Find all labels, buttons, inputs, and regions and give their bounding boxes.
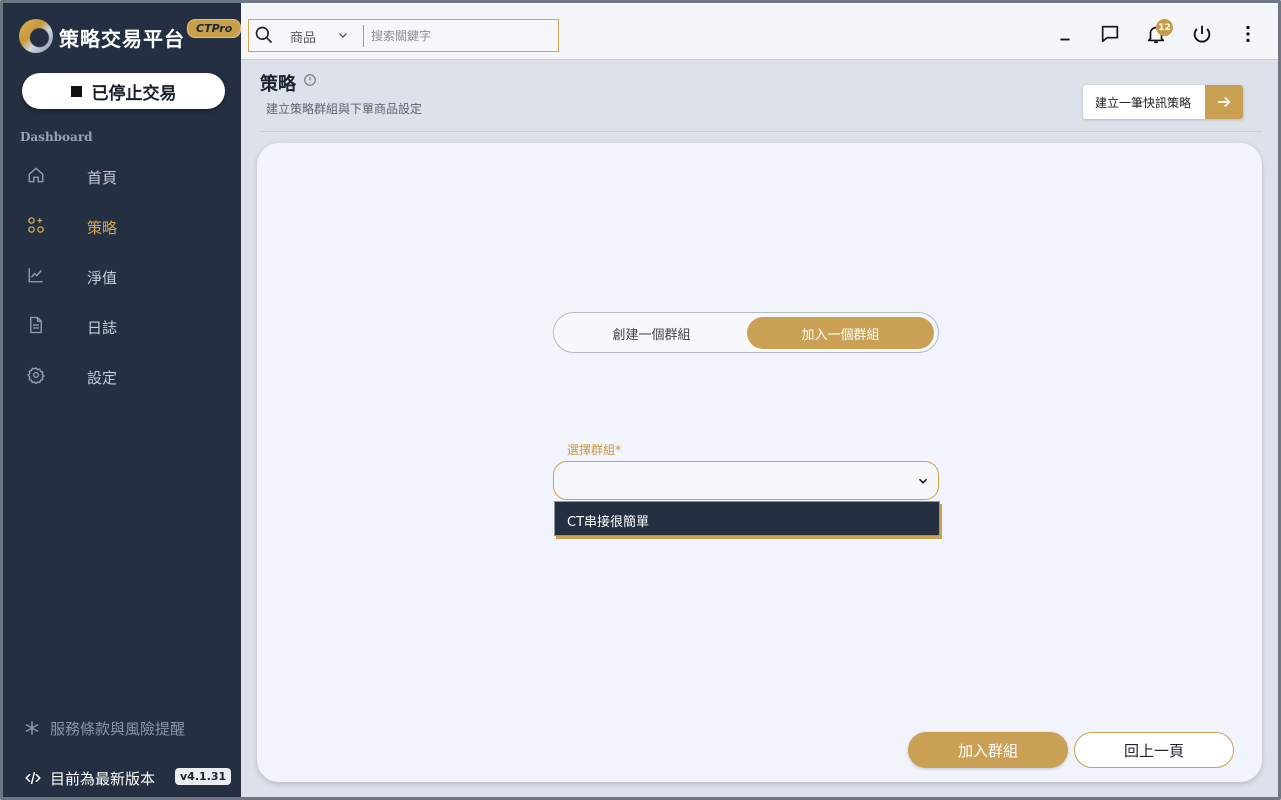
app-title: 策略交易平台 [59,27,185,51]
home-icon [28,167,44,183]
sidebar-item-equity[interactable]: 淨值 [3,253,241,303]
more-vertical-icon[interactable] [1237,23,1259,45]
asterisk-icon [25,721,39,735]
sidebar-item-settings[interactable]: 設定 [3,353,241,403]
header-divider [260,131,1262,132]
section-label: Dashboard [20,130,93,144]
sidebar-item-label: 設定 [87,369,118,387]
group-mode-toggle: 創建一個群組 加入一個群組 [553,312,939,353]
sidebar-item-strategy[interactable]: 策略 [3,203,241,253]
sidebar-item-label: 首頁 [87,169,118,187]
chevron-down-icon[interactable] [337,29,349,41]
document-icon [30,316,42,334]
trading-status-label: 已停止交易 [91,83,177,104]
search-divider [363,25,364,47]
sidebar: 策略交易平台 CTPro 已停止交易 Dashboard 首頁 策略 淨值 日誌… [3,3,242,797]
version-label: 目前為最新版本 [50,769,156,788]
back-button[interactable]: 回上一頁 [1074,732,1234,768]
code-icon [25,771,41,785]
terms-label: 服務條款與風險提醒 [50,719,186,738]
version-badge: v4.1.31 [175,768,232,785]
gear-icon [27,366,45,384]
search-category-select[interactable]: 商品 [290,27,316,46]
terms-link[interactable]: 服務條款與風險提醒 [23,717,185,739]
info-icon[interactable] [303,73,317,87]
edition-badge: CTPro [187,19,242,38]
dropdown-option[interactable]: CT串接很簡單 [567,511,649,530]
search-icon [255,26,273,44]
tab-join-group[interactable]: 加入一個群組 [747,317,934,349]
sidebar-item-label: 淨值 [87,269,118,287]
brand: 策略交易平台 CTPro [17,17,242,57]
topbar: 商品 12 [241,3,1278,60]
sidebar-nav: 首頁 策略 淨值 日誌 設定 [3,153,241,403]
notification-count-badge: 12 [1156,19,1173,36]
page-title: 策略 [260,74,296,95]
power-icon[interactable] [1191,23,1213,45]
search-bar: 商品 [248,19,559,52]
sidebar-item-home[interactable]: 首頁 [3,153,241,203]
sidebar-item-logs[interactable]: 日誌 [3,303,241,353]
app-window: 策略交易平台 CTPro 已停止交易 Dashboard 首頁 策略 淨值 日誌… [0,0,1281,800]
sidebar-item-label: 策略 [87,219,118,237]
arrow-right-icon [1205,85,1243,119]
sidebar-item-label: 日誌 [87,319,118,337]
quick-strategy-button[interactable]: 建立一筆快訊策略 [1083,85,1243,119]
stop-icon [70,85,82,97]
chevron-down-icon [918,478,928,484]
quick-strategy-label: 建立一筆快訊策略 [1095,96,1192,110]
message-icon[interactable] [1099,23,1121,45]
tab-create-group[interactable]: 創建一個群組 [558,317,745,349]
join-group-button[interactable]: 加入群組 [908,732,1068,768]
chart-line-icon [28,268,43,283]
main-content: 策略 建立策略群組與下單商品設定 建立一筆快訊策略 創建一個群組 加入一個群組 … [241,60,1278,797]
group-select[interactable] [553,461,939,500]
logo-icon [19,19,53,53]
search-input[interactable] [371,24,551,48]
trading-status-button[interactable]: 已停止交易 [22,73,225,109]
select-group-label: 選擇群組* [567,443,622,457]
group-form-card: 創建一個群組 加入一個群組 選擇群組* CT串接很簡單 加入群組 回上一頁 [257,143,1262,782]
strategy-icon [28,217,44,233]
page-subtitle: 建立策略群組與下單商品設定 [266,102,423,116]
version-info: 目前為最新版本 v4.1.31 [23,767,232,789]
minimize-icon[interactable] [1054,23,1076,45]
group-dropdown-list: CT串接很簡單 [554,501,940,536]
